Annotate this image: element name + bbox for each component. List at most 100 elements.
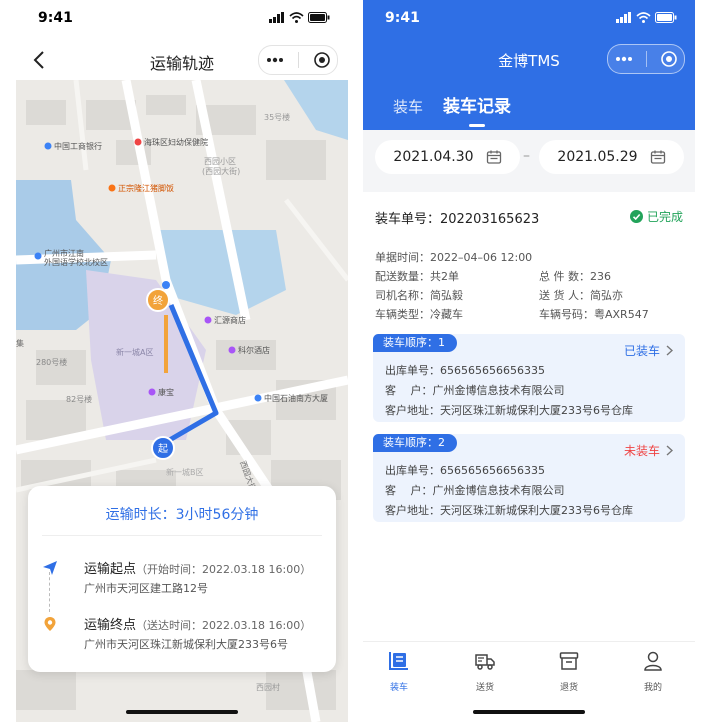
return-box-icon [559,652,579,670]
nav-bar: 运输轨迹 [16,40,348,80]
tabbar-item-delivery[interactable]: 送货 [455,650,515,693]
tabbar-label: 我的 [643,683,662,693]
end-date: 2021.05.29 [557,149,638,165]
end-point-label: 运输终点（送达时间：2022.03.18 16:00） [84,614,311,633]
start-date-picker[interactable]: 2021.04.30 [375,140,520,174]
load-sequence-item[interactable]: 装车顺序：1 已装车 出库单号：656565656656335 客 户：广州金博… [373,334,685,422]
outbound-no: 出库单号：656565656656335 [385,464,545,477]
map-label-xiyuan: 西园村 [256,682,280,692]
start-address: 广州市天河区建工路12号 [84,582,208,595]
tabbar-label: 退货 [559,683,578,693]
shop-poi-icon [204,316,212,324]
driver-name: 司机名称：简弘毅 [375,289,463,302]
sequence-badge: 装车顺序：1 [373,334,457,352]
tabbar-item-mine[interactable]: 我的 [623,650,683,693]
map-label-restaurant: 正宗隆江猪脚饭 [118,183,174,193]
home-indicator [473,710,585,714]
hotel-poi-icon [228,346,236,354]
transit-poi-icon [162,281,170,289]
order-no-label: 装车单号： [375,212,441,227]
capsule-divider [298,52,300,68]
end-marker[interactable]: 终 [146,288,170,312]
status-icons [616,12,677,23]
customer-address: 客户地址：天河区珠江新城保利大厦233号6号仓库 [385,504,633,517]
map-label-school1: 广州市江南 [44,248,84,258]
customer-name: 客 户：广州金博信息技术有限公司 [385,484,565,497]
capsule-divider [646,51,648,67]
load-record-screen: 9:41 金博TMS 装车 装车记录 2021.04.30 – 2021.05.… [363,0,695,722]
order-time: 单据时间：2022–04–06 12:00 [375,251,533,264]
calendar-icon [486,150,501,164]
tabbar-item-return[interactable]: 退货 [539,650,599,693]
tab-load-record-label: 装车记录 [443,97,512,117]
customer-address: 客户地址：天河区珠江新城保利大厦233号6号仓库 [385,404,633,417]
delivery-qty: 配送数量：共2单 [375,270,459,283]
card-divider [42,535,322,536]
transport-info-card: 运输时长：3小时56分钟 运输起点（开始时间：2022.03.18 16:00）… [28,486,336,672]
start-point-label: 运输起点（开始时间：2022.03.18 16:00） [84,558,311,577]
tab-load-record[interactable]: 装车记录 [443,92,512,127]
map-label-zone2: 新一城B区 [166,467,204,477]
map-label-hospital: 海珠区妇幼保健院 [144,137,208,147]
status-text: 已完成 [646,210,683,224]
map-label-hotel: 科尔酒店 [238,345,270,355]
outbound-no: 出库单号：656565656656335 [385,364,545,377]
hospital-poi-icon [134,138,142,146]
end-address: 广州市天河区珠江新城保利大厦233号6号 [84,638,288,651]
map-label-shop: 汇源商店 [214,315,246,325]
signal-icon [616,12,631,23]
order-no-value: 202203165623 [440,212,540,227]
end-marker-label: 终 [153,294,163,307]
chevron-right-icon [666,345,673,356]
load-order-card[interactable]: 装车单号：202203165623 已完成 单据时间：2022–04–06 12… [363,192,695,642]
map-label-bank: 中国工商银行 [54,141,102,151]
route-connector [49,572,51,612]
user-icon [644,651,662,671]
load-sequence-item[interactable]: 装车顺序：2 未装车 出库单号：656565656656335 客 户：广州金博… [373,434,685,522]
status-bar: 9:41 [363,0,695,40]
end-label-text: 运输终点 [84,618,137,633]
sequence-badge: 装车顺序：2 [373,434,457,452]
close-mini-program-icon[interactable] [661,51,677,67]
more-icon[interactable] [615,56,633,62]
status-icons [269,12,330,23]
start-marker[interactable]: 起 [151,436,175,460]
kangbao-poi-icon [148,388,156,396]
route-map[interactable]: 中国工商银行 海珠区妇幼保健院 35号楼 西园小区 (西园大街) 正宗隆江猪脚饭… [16,80,348,722]
start-label-text: 运输起点 [84,562,137,577]
home-indicator [126,710,238,714]
customer-name: 客 户：广州金博信息技术有限公司 [385,384,565,397]
vehicle-plate: 车辆号码：粤AXR547 [539,308,649,321]
tabbar-label: 送货 [475,683,494,693]
map-label-school2: 外国语学校北校区 [44,257,108,267]
end-date-picker[interactable]: 2021.05.29 [539,140,684,174]
status-time: 9:41 [38,10,73,26]
start-time: （开始时间：2022.03.18 16:00） [136,563,312,576]
status-badge: 已完成 [629,208,683,225]
blue-header: 9:41 金博TMS 装车 装车记录 [363,0,695,130]
petro-poi-icon [254,394,262,402]
tabbar-item-load[interactable]: 装车 [369,650,429,693]
transport-duration: 运输时长：3小时56分钟 [105,507,259,523]
wifi-icon [636,12,651,23]
tabbar-label: 装车 [389,683,408,693]
load-state[interactable]: 未装车 [624,442,673,459]
load-state[interactable]: 已装车 [624,342,673,359]
close-mini-program-icon[interactable] [314,52,330,68]
truck-icon [475,654,495,670]
more-icon[interactable] [266,57,284,63]
battery-icon [308,12,330,23]
chevron-right-icon [666,445,673,456]
vehicle-type: 车辆类型：冷藏车 [375,308,463,321]
tab-load[interactable]: 装车 [393,96,423,117]
restaurant-poi-icon [108,184,116,192]
battery-icon [655,12,677,23]
load-state-text: 已装车 [623,344,660,358]
map-label-kangbao: 康宝 [158,387,174,397]
consignor-name: 送 货 人：简弘亦 [539,289,623,302]
date-separator: – [523,148,530,164]
map-label-b280: 280号楼 [36,357,67,367]
wifi-icon [289,12,304,23]
school-poi-icon [34,252,42,260]
map-label-community: 西园小区 [204,157,236,166]
